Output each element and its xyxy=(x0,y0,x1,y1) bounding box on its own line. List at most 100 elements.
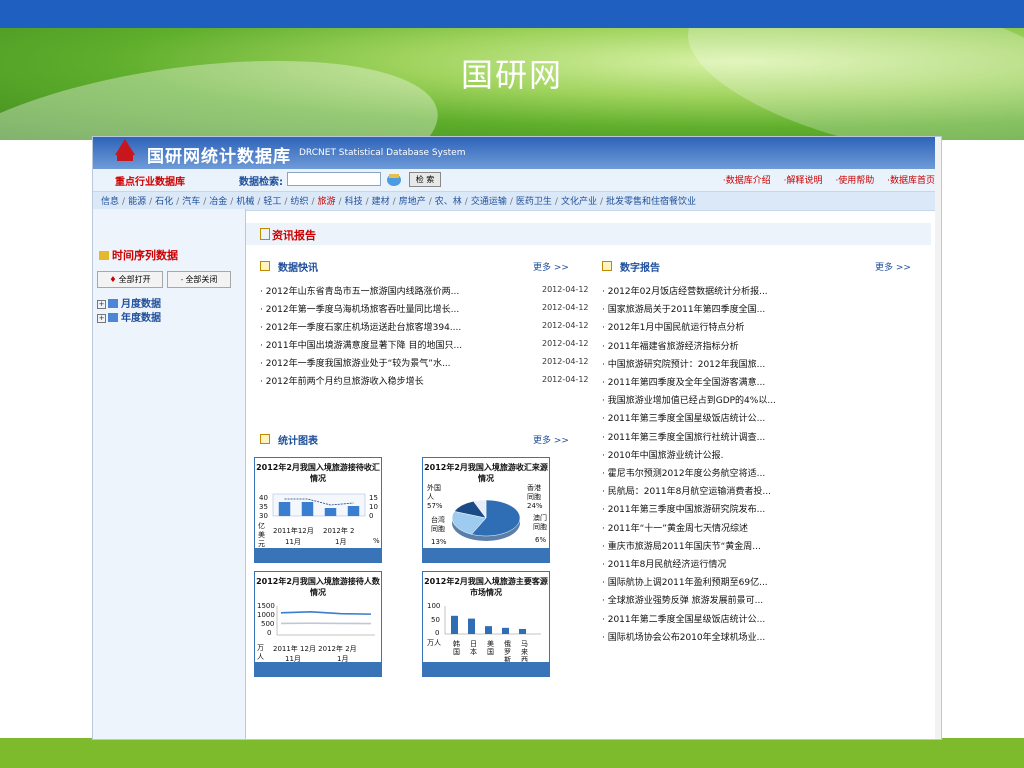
separator: / xyxy=(230,197,234,207)
report-item[interactable]: · 国际机场协会公布2010年全球机场业... xyxy=(602,630,765,643)
app-subtitle: DRCNET Statistical Database System xyxy=(299,148,466,158)
separator: / xyxy=(311,197,315,207)
slide-banner: 国研网 xyxy=(0,28,1024,140)
search-input[interactable] xyxy=(287,172,381,186)
category-link[interactable]: 科技 xyxy=(345,197,363,207)
report-item[interactable]: · 国际航协上调2011年盈利预期至69亿... xyxy=(602,575,768,588)
category-link[interactable]: 医药卫生 xyxy=(516,197,552,207)
bar xyxy=(347,506,360,516)
report-item[interactable]: · 2011年第三季度全国旅行社统计调查... xyxy=(602,430,765,443)
report-item[interactable]: · 2010年中国旅游业统计公报. xyxy=(602,448,724,461)
chart-source-thumbnail[interactable]: 2012年2月我国入境旅游收汇来源情况 外国人 57% 香港同胞 24% 澳门同… xyxy=(422,457,550,563)
news-item[interactable]: · 2012年第一季度乌海机场旅客吞吐量同比增长... 2012-04-12 xyxy=(260,302,590,315)
collapse-all-button[interactable]: - 全部关闭 xyxy=(167,271,231,288)
bar xyxy=(485,626,492,634)
report-item[interactable]: · 2011年第三季度全国星级饭店统计公... xyxy=(602,411,765,424)
folder-icon xyxy=(108,313,118,322)
report-item[interactable]: · 2012年02月饭店经营数据统计分析报... xyxy=(602,284,768,297)
bar xyxy=(324,508,337,516)
category-link[interactable]: 旅游 xyxy=(318,197,336,207)
report-item[interactable]: · 2011年“十一”黄金周七天情况综述 xyxy=(602,521,748,534)
app-name: 国研网统计数据库 xyxy=(147,147,291,167)
x-tick-label: 韩国 xyxy=(453,640,460,656)
news-item[interactable]: · 2012年一季度石家庄机场运送赴台旅客增394.... 2012-04-12 xyxy=(260,320,590,333)
news-more-link[interactable]: 更多 >> xyxy=(533,260,569,273)
news-item[interactable]: · 2012年前两个月约旦旅游收入稳步增长 2012-04-12 xyxy=(260,374,590,387)
reports-more-link[interactable]: 更多 >> xyxy=(875,260,911,273)
news-item[interactable]: · 2011年中国出境游满意度显著下降 目的地国只... 2012-04-12 xyxy=(260,338,590,351)
app-header: 国研网统计数据库 DRCNET Statistical Database Sys… xyxy=(93,137,941,169)
category-link[interactable]: 信息 xyxy=(101,197,119,207)
category-link[interactable]: 交通运输 xyxy=(471,197,507,207)
folder-icon xyxy=(99,251,109,260)
x-tick-label: 俄罗斯 xyxy=(504,640,511,664)
link-db-home[interactable]: ·数据库首页 xyxy=(887,176,935,186)
scrollbar[interactable] xyxy=(935,137,941,739)
separator: / xyxy=(428,197,432,207)
news-item[interactable]: · 2012年山东省青岛市五一旅游国内线路涨价两... 2012-04-12 xyxy=(260,284,590,297)
category-link[interactable]: 能源 xyxy=(128,197,146,207)
slide-title: 国研网 xyxy=(460,56,563,94)
tree-item-yearly[interactable]: + 年度数据 xyxy=(97,309,161,324)
separator: / xyxy=(338,197,342,207)
report-item[interactable]: · 霍尼韦尔预测2012年度公务航空将适... xyxy=(602,466,765,479)
bar xyxy=(278,502,291,516)
report-item[interactable]: · 2011年福建省旅游经济指标分析 xyxy=(602,339,739,352)
section-icon xyxy=(260,434,270,444)
chart-markets-bars xyxy=(444,606,541,635)
expand-all-button[interactable]: ♦ 全部打开 xyxy=(97,271,163,288)
report-item[interactable]: · 2011年第三季度中国旅游研究院发布... xyxy=(602,502,765,515)
report-item[interactable]: · 2012年1月中国民航运行特点分析 xyxy=(602,320,744,333)
category-link[interactable]: 纺织 xyxy=(290,197,308,207)
reports-section-header: 数字报告 xyxy=(602,259,660,274)
category-link[interactable]: 机械 xyxy=(236,197,254,207)
category-link[interactable]: 汽车 xyxy=(182,197,200,207)
series-line xyxy=(280,610,372,615)
category-link[interactable]: 文化产业 xyxy=(561,197,597,207)
industry-db-link[interactable]: 重点行业数据库 xyxy=(115,173,185,188)
search-button[interactable]: 检 索 xyxy=(409,172,441,187)
category-link[interactable]: 建材 xyxy=(372,197,390,207)
separator: / xyxy=(392,197,396,207)
separator: / xyxy=(464,197,468,207)
x-tick-label: 日本 xyxy=(470,640,477,656)
category-link[interactable]: 农、林 xyxy=(435,197,462,207)
report-item[interactable]: · 中国旅游研究院预计：2012年我国旅... xyxy=(602,357,765,370)
chart-visitors-thumbnail[interactable]: 2012年2月我国入境旅游接待人数情况 1500 1000 500 0 万人次 … xyxy=(254,571,382,677)
document-icon xyxy=(260,228,270,240)
link-db-intro[interactable]: ·数据库介绍 xyxy=(723,176,771,186)
news-item-title: · 2011年中国出境游满意度显著下降 目的地国只... xyxy=(260,341,463,351)
news-item-title: · 2012年山东省青岛市五一旅游国内线路涨价两... xyxy=(260,287,460,297)
section-icon xyxy=(260,261,270,271)
chart-source-pie xyxy=(451,499,521,541)
news-item[interactable]: · 2012年一季度我国旅游业处于“较为景气”水... 2012-04-12 xyxy=(260,356,590,369)
chart-income-bars xyxy=(272,493,366,517)
report-item[interactable]: · 2011年第四季度及全年全国游客满意... xyxy=(602,375,765,388)
news-section-header: 数据快讯 xyxy=(260,259,318,274)
chart-income-thumbnail[interactable]: 2012年2月我国入境旅游接待收汇情况 40 35 30 15 10 0 亿美元… xyxy=(254,457,382,563)
charts-section-header: 统计图表 xyxy=(260,432,318,447)
report-item[interactable]: · 重庆市旅游局2011年国庆节“黄金周... xyxy=(602,539,761,552)
separator: / xyxy=(554,197,558,207)
report-item[interactable]: · 我国旅游业增加值已经占到GDP的4%以... xyxy=(602,393,776,406)
category-link[interactable]: 冶金 xyxy=(209,197,227,207)
tree-item-monthly[interactable]: + 月度数据 xyxy=(97,295,161,310)
charts-more-link[interactable]: 更多 >> xyxy=(533,433,569,446)
report-item[interactable]: · 国家旅游局关于2011年第四季度全国... xyxy=(602,302,765,315)
section-icon xyxy=(602,261,612,271)
category-link[interactable]: 石化 xyxy=(155,197,173,207)
report-item[interactable]: · 民航局：2011年8月航空运输消费者投... xyxy=(602,484,771,497)
link-help[interactable]: ·使用帮助 xyxy=(835,176,874,186)
report-item[interactable]: · 2011年第二季度全国星级饭店统计公... xyxy=(602,612,765,625)
separator: / xyxy=(149,197,153,207)
category-link[interactable]: 轻工 xyxy=(263,197,281,207)
report-item[interactable]: · 2011年8月民航经济运行情况 xyxy=(602,557,726,570)
report-item[interactable]: · 全球旅游业强势反弹 旅游发展前景可... xyxy=(602,593,763,606)
link-explanation[interactable]: ·解释说明 xyxy=(784,176,823,186)
info-report-title: 资讯报告 xyxy=(260,227,316,243)
category-link[interactable]: 批发零售和住宿餐饮业 xyxy=(606,197,696,207)
chart-markets-thumbnail[interactable]: 2012年2月我国入境旅游主要客源市场情况 100 50 0 万人 韩国 日本 美国… xyxy=(422,571,550,677)
bar xyxy=(301,502,314,516)
top-links: ·数据库介绍 ·解释说明 ·使用帮助 ·数据库首页 xyxy=(713,173,935,186)
category-link[interactable]: 房地产 xyxy=(399,197,426,207)
